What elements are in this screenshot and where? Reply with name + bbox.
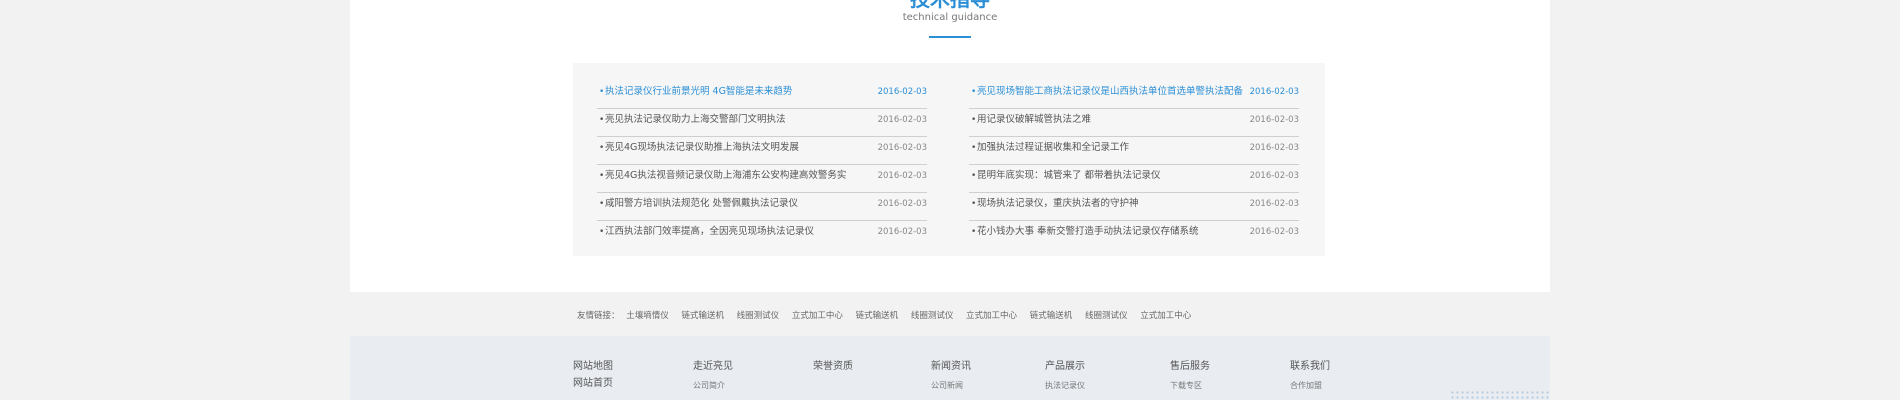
footer-head-about[interactable]: 走近亮见 [693,360,733,374]
news-title[interactable]: 亮见现场智能工商执法记录仪是山西执法单位首选单警执法配备 [977,86,1243,98]
news-panel: • 执法记录仪行业前景光明 4G智能是未来趋势 2016-02-03 • 亮见执… [573,63,1325,256]
footer-head-news[interactable]: 新闻资讯 [931,360,971,374]
footer-link-partnership[interactable]: 合作加盟 [1290,380,1330,392]
news-date: 2016-02-03 [1249,199,1299,209]
section-subtitle: technical guidance [902,12,998,23]
footer-link-company-news[interactable]: 公司新闻 [931,380,971,392]
news-title[interactable]: 亮见4G现场执法记录仪助推上海执法文明发展 [605,142,799,154]
bullet-icon: • [599,171,605,181]
news-date: 2016-02-03 [1249,143,1299,153]
news-item[interactable]: • 亮见执法记录仪助力上海交警部门文明执法 2016-02-03 [597,109,927,137]
friend-link[interactable]: 线圈测试仪 [1085,311,1128,321]
news-title[interactable]: 江西执法部门效率提高，全因亮见现场执法记录仪 [605,226,814,238]
footer-head-honors[interactable]: 荣誉资质 [813,360,853,374]
site-footer: 网站地图 网站首页 走近亮见 公司简介 荣誉资质 新闻资讯 公司新闻 产品展示 … [350,336,1550,400]
news-date: 2016-02-03 [877,171,927,181]
footer-head-service[interactable]: 售后服务 [1170,360,1210,374]
news-date: 2016-02-03 [877,115,927,125]
news-date: 2016-02-03 [877,87,927,97]
news-date: 2016-02-03 [877,143,927,153]
friend-link[interactable]: 线圈测试仪 [737,311,780,321]
bullet-icon: • [599,115,605,125]
bullet-icon: • [599,199,605,209]
news-list-left: • 执法记录仪行业前景光明 4G智能是未来趋势 2016-02-03 • 亮见执… [597,81,927,249]
news-item[interactable]: • 昆明年底实现：城管来了 都带着执法记录仪 2016-02-03 [969,165,1299,193]
news-item[interactable]: • 亮见4G现场执法记录仪助推上海执法文明发展 2016-02-03 [597,137,927,165]
bullet-icon: • [599,143,605,153]
news-date: 2016-02-03 [1249,171,1299,181]
news-item[interactable]: • 执法记录仪行业前景光明 4G智能是未来趋势 2016-02-03 [597,81,927,109]
bullet-icon: • [971,87,977,97]
news-title[interactable]: 咸阳警方培训执法规范化 处警佩戴执法记录仪 [605,198,798,210]
footer-head-sitemap[interactable]: 网站地图 [573,360,613,374]
footer-head-products[interactable]: 产品展示 [1045,360,1085,374]
news-item[interactable]: • 亮见4G执法视音频记录仪助上海浦东公安构建高效警务实 2016-02-03 [597,165,927,193]
friend-link[interactable]: 链式输送机 [681,311,724,321]
news-date: 2016-02-03 [1249,87,1299,97]
bullet-icon: • [971,171,977,181]
news-item[interactable]: • 花小钱办大事 奉新交警打造手动执法记录仪存储系统 2016-02-03 [969,221,1299,249]
friend-link[interactable]: 立式加工中心 [1140,311,1191,321]
footer-link-recorder[interactable]: 执法记录仪 [1045,380,1085,392]
dot-pattern-decoration [1450,390,1550,400]
news-date: 2016-02-03 [877,227,927,237]
bullet-icon: • [971,143,977,153]
footer-link-company-intro[interactable]: 公司简介 [693,380,733,392]
news-item[interactable]: • 亮见现场智能工商执法记录仪是山西执法单位首选单警执法配备 2016-02-0… [969,81,1299,109]
bullet-icon: • [599,227,605,237]
news-date: 2016-02-03 [1249,115,1299,125]
bullet-icon: • [971,115,977,125]
news-item[interactable]: • 用记录仪破解城管执法之难 2016-02-03 [969,109,1299,137]
footer-col-news: 新闻资讯 公司新闻 [931,360,971,392]
footer-col-about: 走近亮见 公司简介 [693,360,733,392]
news-title[interactable]: 昆明年底实现：城管来了 都带着执法记录仪 [977,170,1161,182]
news-item[interactable]: • 咸阳警方培训执法规范化 处警佩戴执法记录仪 2016-02-03 [597,193,927,221]
footer-col-service: 售后服务 下载专区 [1170,360,1210,392]
bullet-icon: • [599,87,605,97]
news-list-right: • 亮见现场智能工商执法记录仪是山西执法单位首选单警执法配备 2016-02-0… [969,81,1299,249]
news-title[interactable]: 花小钱办大事 奉新交警打造手动执法记录仪存储系统 [977,226,1199,238]
news-title[interactable]: 亮见4G执法视音频记录仪助上海浦东公安构建高效警务实 [605,170,846,182]
page: 技术指导 technical guidance • 执法记录仪行业前景光明 4G… [350,0,1550,400]
footer-col-products: 产品展示 执法记录仪 [1045,360,1085,392]
friend-link[interactable]: 土壤墒情仪 [626,311,669,321]
footer-col-contact: 联系我们 合作加盟 [1290,360,1330,392]
footer-col-sitemap: 网站地图 网站首页 [573,360,613,391]
news-item[interactable]: • 加强执法过程证据收集和全记录工作 2016-02-03 [969,137,1299,165]
bullet-icon: • [971,227,977,237]
section-title: 技术指导 [350,0,1550,10]
news-date: 2016-02-03 [877,199,927,209]
footer-head-contact[interactable]: 联系我们 [1290,360,1330,374]
news-title[interactable]: 现场执法记录仪，重庆执法者的守护神 [977,198,1139,210]
friend-links-label: 友情链接： [577,311,620,321]
news-title[interactable]: 加强执法过程证据收集和全记录工作 [977,142,1129,154]
footer-link-downloads[interactable]: 下载专区 [1170,380,1210,392]
news-item[interactable]: • 江西执法部门效率提高，全因亮见现场执法记录仪 2016-02-03 [597,221,927,249]
friend-link[interactable]: 线圈测试仪 [911,311,954,321]
friend-link[interactable]: 链式输送机 [856,311,899,321]
friend-link[interactable]: 立式加工中心 [966,311,1017,321]
news-date: 2016-02-03 [1249,227,1299,237]
friend-link[interactable]: 立式加工中心 [792,311,843,321]
friend-links: 友情链接： 土壤墒情仪 链式输送机 线圈测试仪 立式加工中心 链式输送机 线圈测… [577,309,1201,323]
friend-link[interactable]: 链式输送机 [1030,311,1073,321]
news-item[interactable]: • 现场执法记录仪，重庆执法者的守护神 2016-02-03 [969,193,1299,221]
news-title[interactable]: 用记录仪破解城管执法之难 [977,114,1091,126]
news-title[interactable]: 亮见执法记录仪助力上海交警部门文明执法 [605,114,786,126]
footer-col-honors: 荣誉资质 [813,360,853,374]
tech-guidance-section: 技术指导 technical guidance • 执法记录仪行业前景光明 4G… [350,0,1550,292]
footer-link-home[interactable]: 网站首页 [573,377,613,391]
title-underline [929,36,971,38]
news-title[interactable]: 执法记录仪行业前景光明 4G智能是未来趋势 [605,86,792,98]
bullet-icon: • [971,199,977,209]
